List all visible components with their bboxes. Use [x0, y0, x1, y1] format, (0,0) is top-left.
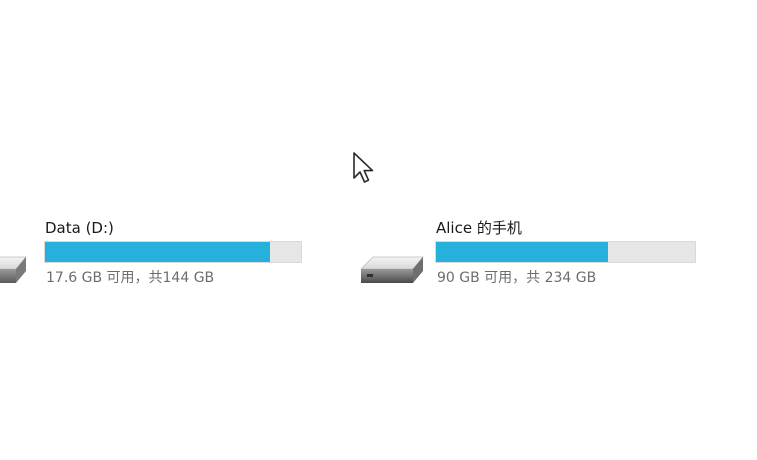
drive-name: Data (D:) — [45, 219, 114, 237]
file-explorer-drives-view: Data (D:) 17.6 GB 可用，共144 GB Alice 的手机 9… — [0, 0, 757, 460]
storage-usage-bar — [44, 241, 302, 263]
drive-free-space-text: 17.6 GB 可用，共144 GB — [46, 270, 215, 286]
drive-info: Alice 的手机 90 GB 可用，共 234 GB — [435, 219, 696, 287]
hard-drive-icon — [360, 256, 424, 283]
storage-usage-fill — [45, 242, 270, 262]
drive-tile-alice-phone[interactable]: Alice 的手机 90 GB 可用，共 234 GB — [355, 213, 715, 303]
storage-usage-fill — [436, 242, 609, 262]
drive-info: Data (D:) 17.6 GB 可用，共144 GB — [44, 219, 302, 287]
drive-name: Alice 的手机 — [436, 219, 522, 237]
storage-usage-bar — [435, 241, 696, 263]
mouse-pointer-icon — [353, 152, 374, 183]
hard-drive-icon — [0, 256, 27, 283]
drive-tile-data-d[interactable]: Data (D:) 17.6 GB 可用，共144 GB — [0, 213, 302, 303]
drive-free-space-text: 90 GB 可用，共 234 GB — [437, 270, 597, 286]
